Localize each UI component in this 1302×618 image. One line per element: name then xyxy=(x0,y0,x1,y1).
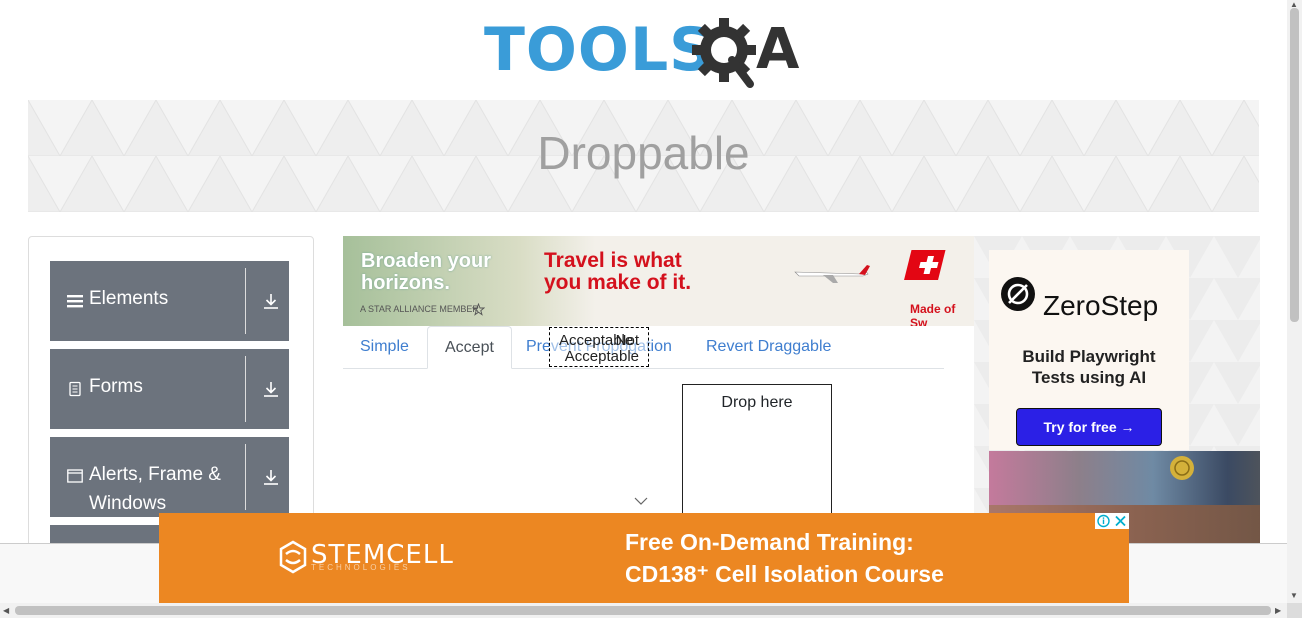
download-icon[interactable] xyxy=(262,468,280,486)
zerostep-card: ZeroStep Build Playwright Tests using AI… xyxy=(989,250,1189,450)
sidebar-group-label: Elements xyxy=(89,288,169,309)
tab-revert-draggable[interactable]: Revert Draggable xyxy=(689,326,848,367)
window-icon xyxy=(67,469,83,483)
drop-target-label: Drop here xyxy=(721,394,793,411)
zerostep-subtitle-line1: Build Playwright xyxy=(1022,347,1156,366)
stemcell-brand-sub: TECHNOLOGIES xyxy=(311,563,411,572)
zerostep-subtitle: Build Playwright Tests using AI xyxy=(989,346,1189,388)
chevron-down-icon[interactable] xyxy=(634,496,648,506)
ad-choices-close-icon[interactable] xyxy=(1095,513,1129,529)
sidebar-group-elements[interactable]: Elements xyxy=(50,261,289,341)
sidebar-group-label: Forms xyxy=(89,376,143,397)
tab-accept[interactable]: Accept xyxy=(427,326,512,369)
page-title: Droppable xyxy=(537,127,750,179)
ad-heading-line1: Free On-Demand Training: xyxy=(625,529,914,555)
horizontal-scroll-thumb[interactable] xyxy=(15,606,1271,615)
divider xyxy=(245,356,246,422)
airline-ad[interactable]: Broaden your horizons. Travel is what yo… xyxy=(343,236,974,326)
horizontal-scrollbar[interactable]: ◀ ▶ xyxy=(0,603,1287,618)
ad-tagline-line1: Travel is what xyxy=(544,249,682,272)
ad-tagline-line2: you make of it. xyxy=(544,271,692,294)
sidebar-group-forms[interactable]: Forms xyxy=(50,349,289,429)
ad-headline-line1: Broaden your xyxy=(361,250,492,272)
divider xyxy=(245,268,246,334)
scroll-right-icon[interactable]: ▶ xyxy=(1275,606,1281,616)
toolsqa-logo[interactable]: TOOLS A xyxy=(484,16,808,92)
sidebar-group-label-line2: Windows xyxy=(89,493,167,514)
ad-made-text: Made of Sw xyxy=(910,302,956,326)
scroll-left-icon[interactable]: ◀ xyxy=(3,606,9,616)
logo-letter: A xyxy=(756,17,800,82)
stemcell-ad[interactable]: STEMCELL TECHNOLOGIES Free On-Demand Tra… xyxy=(159,513,1129,603)
star-alliance-icon xyxy=(472,303,485,316)
divider xyxy=(245,444,246,510)
vertical-scrollbar[interactable]: ▲ ▼ xyxy=(1287,0,1302,603)
zerostep-logo-icon xyxy=(1001,277,1035,311)
emblem-icon xyxy=(1170,456,1194,480)
document-icon xyxy=(69,381,81,397)
ad-headline-line2: horizons. xyxy=(361,272,450,294)
download-icon[interactable] xyxy=(262,380,280,398)
sidebar-group-label: Alerts, Frame & xyxy=(89,464,221,485)
not-acceptable-draggable[interactable]: Not Acceptable xyxy=(559,333,639,365)
zerostep-brand: ZeroStep xyxy=(1043,290,1159,321)
zerostep-subtitle-line2: Tests using AI xyxy=(1031,368,1147,387)
scroll-down-icon[interactable]: ▼ xyxy=(1290,591,1298,601)
sidebar-group-alerts[interactable]: Alerts, Frame & Windows xyxy=(50,437,289,517)
try-for-free-button[interactable]: Try for free → xyxy=(1016,408,1162,446)
ad-heading-line2: CD138⁺ Cell Isolation Course xyxy=(625,561,944,587)
drop-target[interactable]: Drop here xyxy=(682,384,832,526)
download-icon[interactable] xyxy=(262,292,280,310)
tab-simple[interactable]: Simple xyxy=(343,326,426,367)
stemcell-logo-icon xyxy=(279,540,307,574)
page-header-banner: Droppable xyxy=(28,100,1259,212)
scrollbar-corner xyxy=(1287,603,1302,618)
zerostep-ad[interactable]: ZeroStep Build Playwright Tests using AI… xyxy=(974,236,1260,543)
draggable-boxes[interactable]: Acceptable Not Acceptable xyxy=(549,327,649,367)
ad-alliance-text: A STAR ALLIANCE MEMBER xyxy=(360,304,479,314)
gear-magnifier-icon xyxy=(692,18,756,88)
menu-lines-icon xyxy=(67,295,83,308)
vertical-scroll-thumb[interactable] xyxy=(1290,8,1299,322)
logo-text: TOOLS xyxy=(484,15,714,85)
sidebar: Elements Forms Alerts, Frame & Windows xyxy=(28,236,314,558)
